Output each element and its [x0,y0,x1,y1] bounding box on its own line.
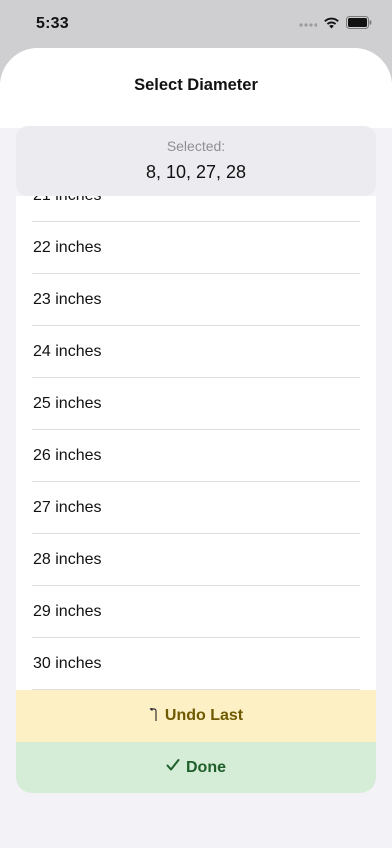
status-icons [299,16,372,34]
checkmark-icon [166,758,180,777]
list-item[interactable]: 28 inches [16,534,376,586]
list-item[interactable]: 22 inches [16,222,376,274]
done-label: Done [186,758,226,776]
selected-value: 8, 10, 27, 28 [145,162,247,182]
undo-arrow-icon [149,706,159,725]
selected-label: Selected: [166,138,226,154]
wifi-icon [323,16,340,34]
done-button[interactable]: Done [16,742,376,793]
list-item[interactable]: 29 inches [16,586,376,638]
list-item-label: 22 inches [33,239,102,256]
diameter-list[interactable]: 21 inches 22 inches 23 inches 24 inches … [16,196,376,690]
battery-icon [346,16,372,34]
list-item[interactable]: 27 inches [16,482,376,534]
list-item-label: 24 inches [33,343,102,360]
list-item-label: 29 inches [33,603,102,620]
list-item-label: 28 inches [33,551,102,568]
list-item[interactable]: 21 inches [16,196,376,222]
selected-summary: Selected: 8, 10, 27, 28 [16,126,376,196]
list-item-label: 30 inches [33,655,102,672]
status-bar: 5:33 [0,0,392,48]
list-item-label: 21 inches [33,196,102,205]
undo-last-label: Undo Last [164,707,244,724]
list-item-label: 23 inches [33,291,102,308]
signal-dots-icon [299,16,318,34]
status-time: 5:33 [36,15,69,32]
list-item[interactable]: 30 inches [16,638,376,690]
select-diameter-sheet: Select Diameter 21 inches 22 inches 23 i… [0,48,392,848]
sheet-header: Select Diameter [0,48,392,128]
list-item[interactable]: 24 inches [16,326,376,378]
list-item-label: 26 inches [33,447,102,464]
sheet-title: Select Diameter [134,76,258,94]
list-item-label: 25 inches [33,395,102,412]
list-item-label: 27 inches [33,499,102,516]
list-item[interactable]: 23 inches [16,274,376,326]
list-item[interactable]: 25 inches [16,378,376,430]
undo-last-button[interactable]: Undo Last [16,690,376,742]
list-item[interactable]: 26 inches [16,430,376,482]
